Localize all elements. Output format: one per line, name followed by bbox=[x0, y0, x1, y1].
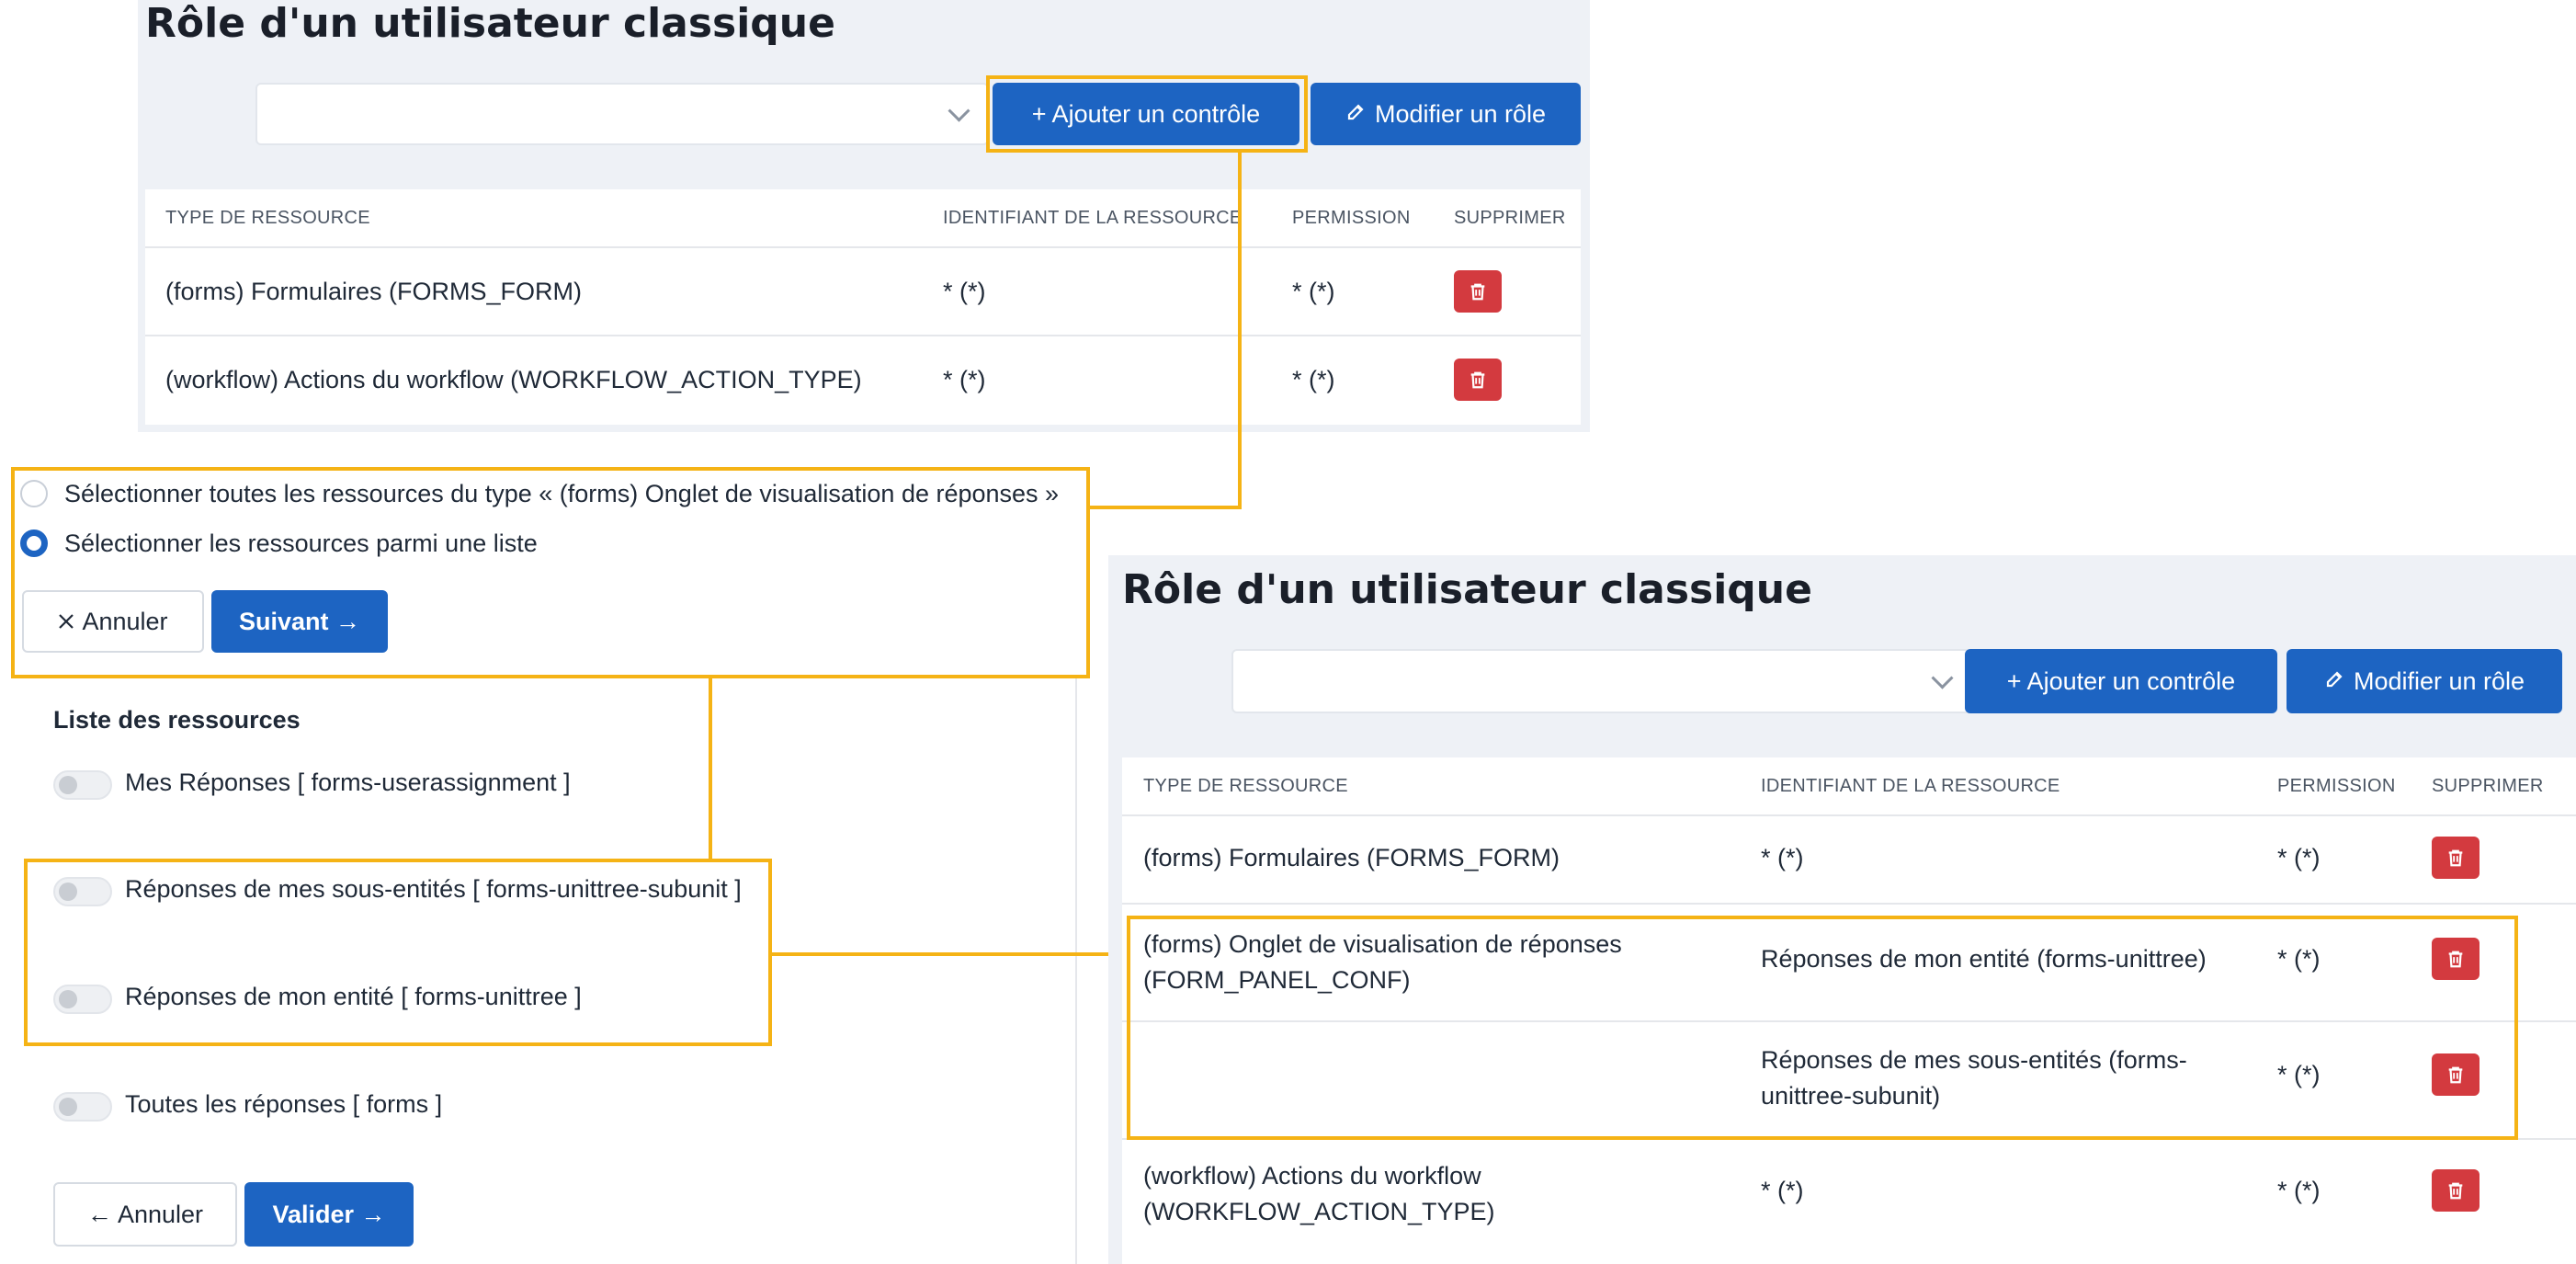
delete-button[interactable] bbox=[2432, 837, 2480, 879]
edit-role-label: Modifier un rôle bbox=[1374, 99, 1547, 128]
trash-icon bbox=[1470, 371, 1485, 389]
back-cancel-label: ← Annuler bbox=[86, 1200, 204, 1228]
top-permissions-table: TYPE DE RESSOURCE IDENTIFIANT DE LA RESS… bbox=[145, 189, 1581, 425]
connector-line bbox=[1238, 153, 1242, 509]
connector-line bbox=[772, 952, 1130, 956]
row-id: * (*) bbox=[943, 366, 986, 393]
option-select-all: Sélectionner toutes les ressources du ty… bbox=[64, 480, 1060, 507]
edit-icon bbox=[1345, 100, 1367, 129]
row-type: (workflow) Actions du workflow (WORKFLOW… bbox=[165, 366, 862, 393]
chevron-down-icon bbox=[948, 99, 970, 122]
divider bbox=[1122, 814, 2576, 816]
row-permission: * (*) bbox=[2277, 844, 2321, 871]
col-header-permission: PERMISSION bbox=[2277, 776, 2396, 796]
row-permission: * (*) bbox=[1292, 366, 1335, 393]
bottom-role-panel: Rôle d'un utilisateur classique + Ajoute… bbox=[1108, 555, 2576, 1264]
edit-role-button[interactable]: Modifier un rôle bbox=[1311, 83, 1581, 145]
cancel-button[interactable]: Annuler bbox=[22, 590, 204, 653]
col-header-id: IDENTIFIANT DE LA RESSOURCE bbox=[1761, 776, 2060, 796]
trash-icon bbox=[2448, 1182, 2463, 1200]
cancel-label: Annuler bbox=[82, 607, 168, 635]
add-control-label: + Ajouter un contrôle bbox=[2006, 666, 2236, 695]
divider bbox=[1122, 903, 2576, 905]
col-header-delete: SUPPRIMER bbox=[2432, 776, 2544, 796]
resource-label: Réponses de mon entité [ forms-unittree … bbox=[125, 983, 582, 1010]
row-type: (forms) Formulaires (FORMS_FORM) bbox=[165, 278, 582, 305]
delete-button[interactable] bbox=[2432, 1169, 2480, 1212]
next-label: Suivant → bbox=[238, 607, 361, 635]
page-title: Rôle d'un utilisateur classique bbox=[1122, 566, 1812, 613]
row-type: (forms) Formulaires (FORMS_FORM) bbox=[1143, 844, 1560, 871]
highlight-add-control bbox=[986, 75, 1308, 153]
radio-select-all[interactable] bbox=[20, 480, 48, 507]
resource-label: Réponses de mes sous-entités [ forms-uni… bbox=[125, 875, 742, 903]
next-button[interactable]: Suivant → bbox=[211, 590, 388, 653]
row-permission: * (*) bbox=[1292, 278, 1335, 305]
toggle-resource[interactable] bbox=[53, 877, 112, 906]
col-header-id: IDENTIFIANT DE LA RESSOURCE bbox=[943, 208, 1243, 228]
col-header-type: TYPE DE RESSOURCE bbox=[1143, 776, 1348, 796]
divider bbox=[145, 335, 1581, 336]
edit-role-label: Modifier un rôle bbox=[2353, 666, 2525, 695]
back-cancel-button[interactable]: ← Annuler bbox=[53, 1182, 237, 1247]
add-control-button[interactable]: + Ajouter un contrôle bbox=[1965, 649, 2277, 713]
row-permission: * (*) bbox=[2277, 1177, 2321, 1204]
delete-button[interactable] bbox=[1454, 270, 1502, 313]
validate-label: Valider → bbox=[272, 1200, 386, 1228]
col-header-type: TYPE DE RESSOURCE bbox=[165, 208, 370, 228]
row-id: * (*) bbox=[943, 278, 986, 305]
page-title: Rôle d'un utilisateur classique bbox=[145, 0, 835, 47]
trash-icon bbox=[1470, 283, 1485, 301]
panel-border bbox=[1075, 678, 1077, 1264]
delete-button[interactable] bbox=[1454, 359, 1502, 401]
edit-role-button[interactable]: Modifier un rôle bbox=[2287, 649, 2562, 713]
resource-type-select[interactable] bbox=[1231, 649, 1972, 713]
top-role-panel: Rôle d'un utilisateur classique + Ajoute… bbox=[138, 0, 1590, 432]
divider bbox=[145, 246, 1581, 248]
resource-label: Mes Réponses [ forms-userassignment ] bbox=[125, 769, 571, 796]
col-header-permission: PERMISSION bbox=[1292, 208, 1411, 228]
resource-label: Toutes les réponses [ forms ] bbox=[125, 1090, 443, 1118]
edit-icon bbox=[2324, 667, 2346, 696]
col-header-delete: SUPPRIMER bbox=[1454, 208, 1566, 228]
option-select-list: Sélectionner les ressources parmi une li… bbox=[64, 530, 538, 557]
row-id: * (*) bbox=[1761, 844, 1804, 871]
validate-button[interactable]: Valider → bbox=[244, 1182, 414, 1247]
highlight-new-rows bbox=[1127, 916, 2518, 1140]
resource-type-select[interactable] bbox=[255, 83, 989, 145]
toggle-resource[interactable] bbox=[53, 985, 112, 1014]
row-type: (workflow) Actions du workflow (WORKFLOW… bbox=[1143, 1162, 1495, 1225]
row-id: * (*) bbox=[1761, 1177, 1804, 1204]
toggle-resource[interactable] bbox=[53, 770, 112, 800]
resources-heading: Liste des ressources bbox=[53, 706, 301, 734]
radio-select-list[interactable] bbox=[20, 530, 48, 557]
connector-line bbox=[709, 678, 712, 860]
toggle-resource[interactable] bbox=[53, 1092, 112, 1122]
connector-line bbox=[1086, 506, 1242, 509]
chevron-down-icon bbox=[1931, 666, 1954, 689]
trash-icon bbox=[2448, 849, 2463, 867]
close-icon bbox=[58, 608, 74, 636]
